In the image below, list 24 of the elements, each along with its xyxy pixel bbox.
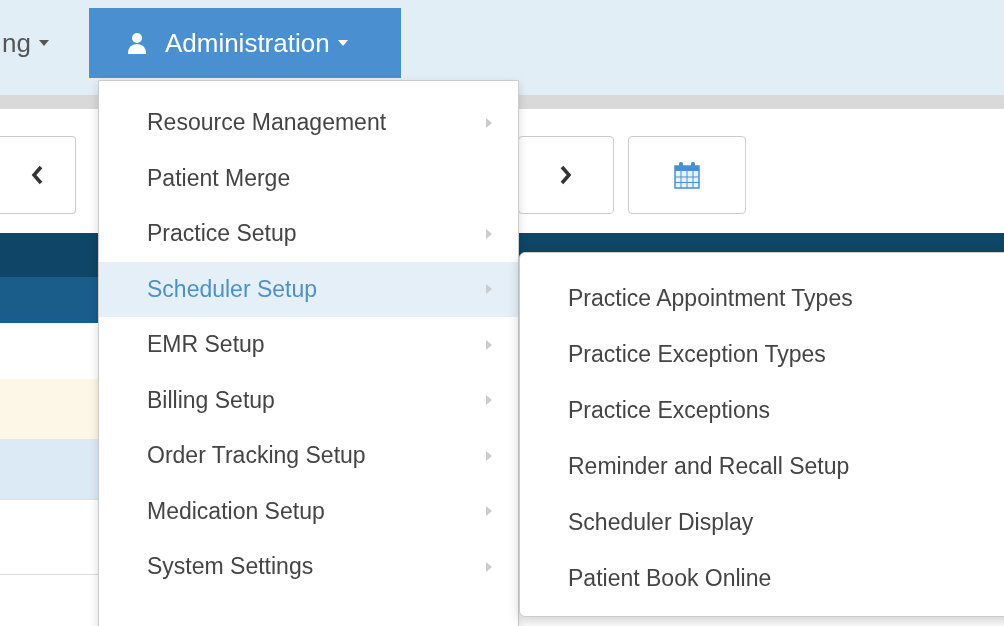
menu-item[interactable]: Order Tracking Setup — [99, 428, 518, 484]
caret-icon — [38, 40, 49, 46]
menu-item[interactable]: Practice Setup — [99, 206, 518, 262]
menu-item[interactable]: Scheduler Display — [520, 494, 1004, 550]
calendar-button[interactable] — [628, 136, 746, 214]
menu-item[interactable]: Practice Exceptions — [520, 382, 1004, 438]
menu-item[interactable]: Patient Merge — [99, 150, 518, 206]
next-button[interactable] — [518, 136, 614, 214]
previous-button[interactable] — [0, 136, 76, 214]
caret-icon — [337, 40, 348, 46]
menu-item[interactable]: Resource Management — [99, 95, 518, 151]
menu-item[interactable]: Practice Exception Types — [520, 326, 1004, 382]
menu-item[interactable]: Medication Setup — [99, 483, 518, 539]
calendar-icon — [674, 161, 700, 189]
menu-item[interactable]: Billing Setup — [99, 372, 518, 428]
nav-tab[interactable]: ng — [0, 8, 73, 78]
menu-item[interactable]: Patient Book Online — [520, 550, 1004, 606]
chevron-left-icon — [30, 165, 43, 185]
menu-item[interactable]: Practice Appointment Types — [520, 270, 1004, 326]
menu-item[interactable]: System Settings — [99, 539, 518, 595]
chevron-right-icon — [560, 165, 572, 185]
menu-item[interactable]: EMR Setup — [99, 317, 518, 373]
user-icon — [126, 32, 147, 54]
menu-item[interactable]: Reminder and Recall Setup — [520, 438, 1004, 494]
